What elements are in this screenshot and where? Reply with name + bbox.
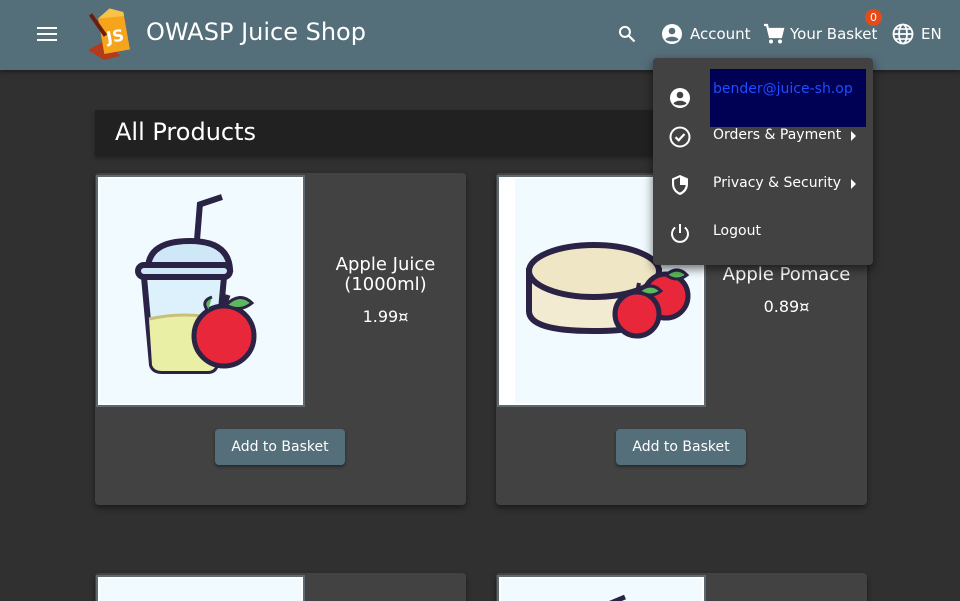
app-title[interactable]: OWASP Juice Shop: [146, 18, 366, 46]
shopping-cart-icon: [764, 23, 785, 44]
product-name: Apple Juice (1000ml): [335, 253, 436, 295]
product-thumbnail: [608, 594, 626, 601]
sidenav-menu-button[interactable]: [28, 18, 66, 50]
product-price: 1.99¤: [362, 306, 409, 326]
menu-item-label: Privacy & Security: [713, 175, 841, 191]
submenu-arrow-icon: [851, 131, 856, 141]
product-card-apple-juice[interactable]: Apple Juice (1000ml) 1.99¤ Add to Basket: [95, 173, 466, 505]
product-card[interactable]: [95, 573, 466, 601]
account-circle-icon: [670, 88, 690, 108]
svg-text:JS: JS: [104, 25, 126, 47]
power-icon: [671, 224, 689, 243]
language-label: EN: [921, 25, 942, 43]
juice-shop-logo[interactable]: JS: [86, 6, 138, 60]
account-label: Account: [690, 25, 751, 43]
product-card[interactable]: [496, 573, 867, 601]
product-image[interactable]: [497, 575, 706, 601]
account-circle-icon: [662, 24, 682, 44]
search-icon: [618, 25, 636, 43]
basket-label: Your Basket: [790, 25, 878, 43]
menu-item-privacy-security[interactable]: Privacy & Security: [653, 161, 873, 209]
add-to-basket-button[interactable]: Add to Basket: [215, 429, 345, 465]
menu-icon: [37, 27, 57, 41]
menu-item-orders-payment[interactable]: Orders & Payment: [653, 113, 873, 161]
page-title: All Products: [115, 118, 257, 146]
language-button[interactable]: EN: [891, 20, 942, 48]
basket-count-badge: 0: [865, 9, 882, 26]
basket-button[interactable]: Your Basket: [762, 20, 877, 48]
menu-item-label: Orders & Payment: [713, 127, 842, 143]
globe-icon: [892, 23, 914, 45]
menu-item-logout[interactable]: Logout: [653, 209, 873, 257]
submenu-arrow-icon: [851, 179, 856, 189]
product-image[interactable]: [96, 575, 305, 601]
account-menu: bender@juice-sh.op Orders & Payment Priv…: [653, 58, 873, 265]
menu-item-label: Logout: [713, 223, 761, 239]
apple-juice-image: [135, 194, 257, 374]
all-products-header: All Products: [95, 110, 655, 156]
search-button[interactable]: [612, 20, 642, 48]
product-price: 0.89¤: [763, 296, 810, 316]
product-image[interactable]: [96, 175, 305, 407]
shield-icon: [672, 175, 688, 195]
account-button[interactable]: Account: [660, 20, 751, 48]
add-to-basket-button[interactable]: Add to Basket: [616, 429, 746, 465]
check-circle-icon: [669, 126, 691, 148]
product-info: Apple Juice (1000ml) 1.99¤: [305, 173, 466, 407]
product-name: Apple Pomace: [722, 263, 851, 285]
